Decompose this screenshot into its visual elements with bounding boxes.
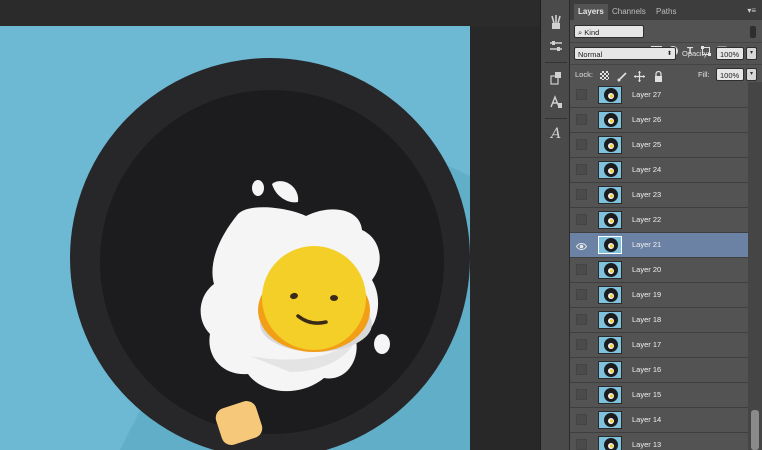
lock-transparent-pixels-icon[interactable] — [600, 71, 609, 80]
layer-thumbnail — [598, 136, 622, 154]
opacity-label: Opacity: — [682, 49, 710, 58]
layer-thumbnail — [598, 161, 622, 179]
layer-thumbnail — [598, 86, 622, 104]
layer-row[interactable]: Layer 17 — [570, 333, 748, 358]
layer-name: Layer 14 — [632, 415, 662, 424]
opacity-input[interactable]: 100% — [716, 47, 744, 60]
opacity-dropdown-arrow[interactable]: ▾ — [746, 47, 757, 60]
layer-list-scrollbar[interactable] — [748, 82, 762, 450]
layer-name: Layer 22 — [632, 215, 662, 224]
layer-thumbnail — [598, 236, 622, 254]
visibility-toggle[interactable] — [576, 114, 587, 125]
egg-pan-illustration — [70, 58, 470, 450]
layer-row[interactable]: Layer 22 — [570, 208, 748, 233]
panel-tool-strip: A — [540, 0, 570, 450]
visibility-toggle[interactable] — [576, 364, 587, 375]
brush-settings-icon[interactable] — [545, 12, 567, 32]
layer-name: Layer 13 — [632, 440, 662, 449]
layer-thumbnail — [598, 336, 622, 354]
panel-menu-icon[interactable]: ▾≡ — [747, 6, 756, 15]
layer-row[interactable]: Layer 24 — [570, 158, 748, 183]
document-workspace[interactable] — [0, 0, 540, 450]
layer-row[interactable]: Layer 13 — [570, 433, 748, 450]
visibility-toggle[interactable] — [576, 164, 587, 175]
clone-source-icon[interactable] — [545, 68, 567, 88]
layer-name: Layer 24 — [632, 165, 662, 174]
document-canvas[interactable] — [0, 26, 470, 450]
filter-toggle-switch[interactable] — [750, 26, 756, 38]
layer-thumbnail — [598, 436, 622, 450]
visibility-toggle[interactable] — [576, 414, 587, 425]
layer-name: Layer 20 — [632, 265, 662, 274]
layer-name: Layer 18 — [632, 315, 662, 324]
blend-row: Normal ⬍ Opacity: 100% ▾ — [570, 42, 762, 64]
layer-thumbnail — [598, 186, 622, 204]
layers-panel: Layers Channels Paths ▾≡ ⌕ Kind T Normal… — [570, 0, 762, 450]
visibility-toggle[interactable] — [576, 314, 587, 325]
blend-mode-value: Normal — [578, 50, 603, 59]
tab-paths[interactable]: Paths — [652, 4, 680, 20]
egg-yolk — [262, 246, 366, 350]
layer-row[interactable]: Layer 23 — [570, 183, 748, 208]
layer-row[interactable]: Layer 16 — [570, 358, 748, 383]
visibility-toggle[interactable] — [576, 289, 587, 300]
panel-tab-bar: Layers Channels Paths ▾≡ — [570, 0, 762, 20]
eye-icon[interactable] — [575, 239, 588, 250]
layer-row[interactable]: Layer 25 — [570, 133, 748, 158]
layer-row[interactable]: Layer 27 — [570, 83, 748, 108]
adjust-sliders-icon[interactable] — [545, 36, 567, 56]
fill-input[interactable]: 100% — [716, 68, 744, 81]
blend-mode-select[interactable]: Normal ⬍ — [574, 47, 676, 60]
layer-thumbnail — [598, 361, 622, 379]
layer-name: Layer 23 — [632, 190, 662, 199]
layer-thumbnail — [598, 211, 622, 229]
layer-thumbnail — [598, 386, 622, 404]
layer-thumbnail — [598, 411, 622, 429]
layer-list[interactable]: Layer 27 Layer 26 Layer 25 Layer 24 Layer 23… — [570, 82, 748, 450]
layer-row[interactable]: Layer 20 — [570, 258, 748, 283]
layer-thumbnail — [598, 286, 622, 304]
glyph-a-icon[interactable]: A — [545, 124, 567, 144]
layer-name: Layer 19 — [632, 290, 662, 299]
visibility-toggle[interactable] — [576, 439, 587, 450]
visibility-toggle[interactable] — [576, 389, 587, 400]
visibility-toggle[interactable] — [576, 189, 587, 200]
layer-row[interactable]: Layer 21 — [570, 233, 748, 258]
layer-row[interactable]: Layer 26 — [570, 108, 748, 133]
character-style-icon[interactable] — [545, 92, 567, 112]
fill-label: Fill: — [698, 70, 710, 79]
layer-name: Layer 26 — [632, 115, 662, 124]
layer-name: Layer 21 — [632, 240, 662, 249]
layer-name: Layer 25 — [632, 140, 662, 149]
workspace-top-area — [0, 0, 540, 26]
layer-row[interactable]: Layer 15 — [570, 383, 748, 408]
tab-layers[interactable]: Layers — [574, 4, 608, 20]
layer-thumbnail — [598, 261, 622, 279]
fill-dropdown-arrow[interactable]: ▾ — [746, 68, 757, 81]
layer-name: Layer 15 — [632, 390, 662, 399]
layer-row[interactable]: Layer 18 — [570, 308, 748, 333]
scrollbar-thumb[interactable] — [751, 410, 759, 450]
visibility-toggle[interactable] — [576, 264, 587, 275]
visibility-toggle[interactable] — [576, 339, 587, 350]
visibility-toggle[interactable] — [576, 139, 587, 150]
layer-row[interactable]: Layer 19 — [570, 283, 748, 308]
visibility-toggle[interactable] — [576, 214, 587, 225]
filter-kind-label: Kind — [584, 28, 600, 37]
lock-row: Lock: Fill: 100% ▾ — [570, 64, 762, 82]
search-icon: ⌕ — [578, 28, 583, 37]
layer-row[interactable]: Layer 14 — [570, 408, 748, 433]
layer-name: Layer 27 — [632, 90, 662, 99]
tab-channels[interactable]: Channels — [608, 4, 650, 20]
layer-name: Layer 16 — [632, 365, 662, 374]
filter-kind-select[interactable]: ⌕ Kind — [574, 25, 644, 38]
lock-label: Lock: — [575, 70, 593, 79]
filter-row: ⌕ Kind T — [570, 20, 762, 57]
select-arrows-icon: ⬍ — [666, 51, 672, 57]
layer-thumbnail — [598, 111, 622, 129]
layer-name: Layer 17 — [632, 340, 662, 349]
layer-thumbnail — [598, 311, 622, 329]
visibility-toggle[interactable] — [576, 89, 587, 100]
